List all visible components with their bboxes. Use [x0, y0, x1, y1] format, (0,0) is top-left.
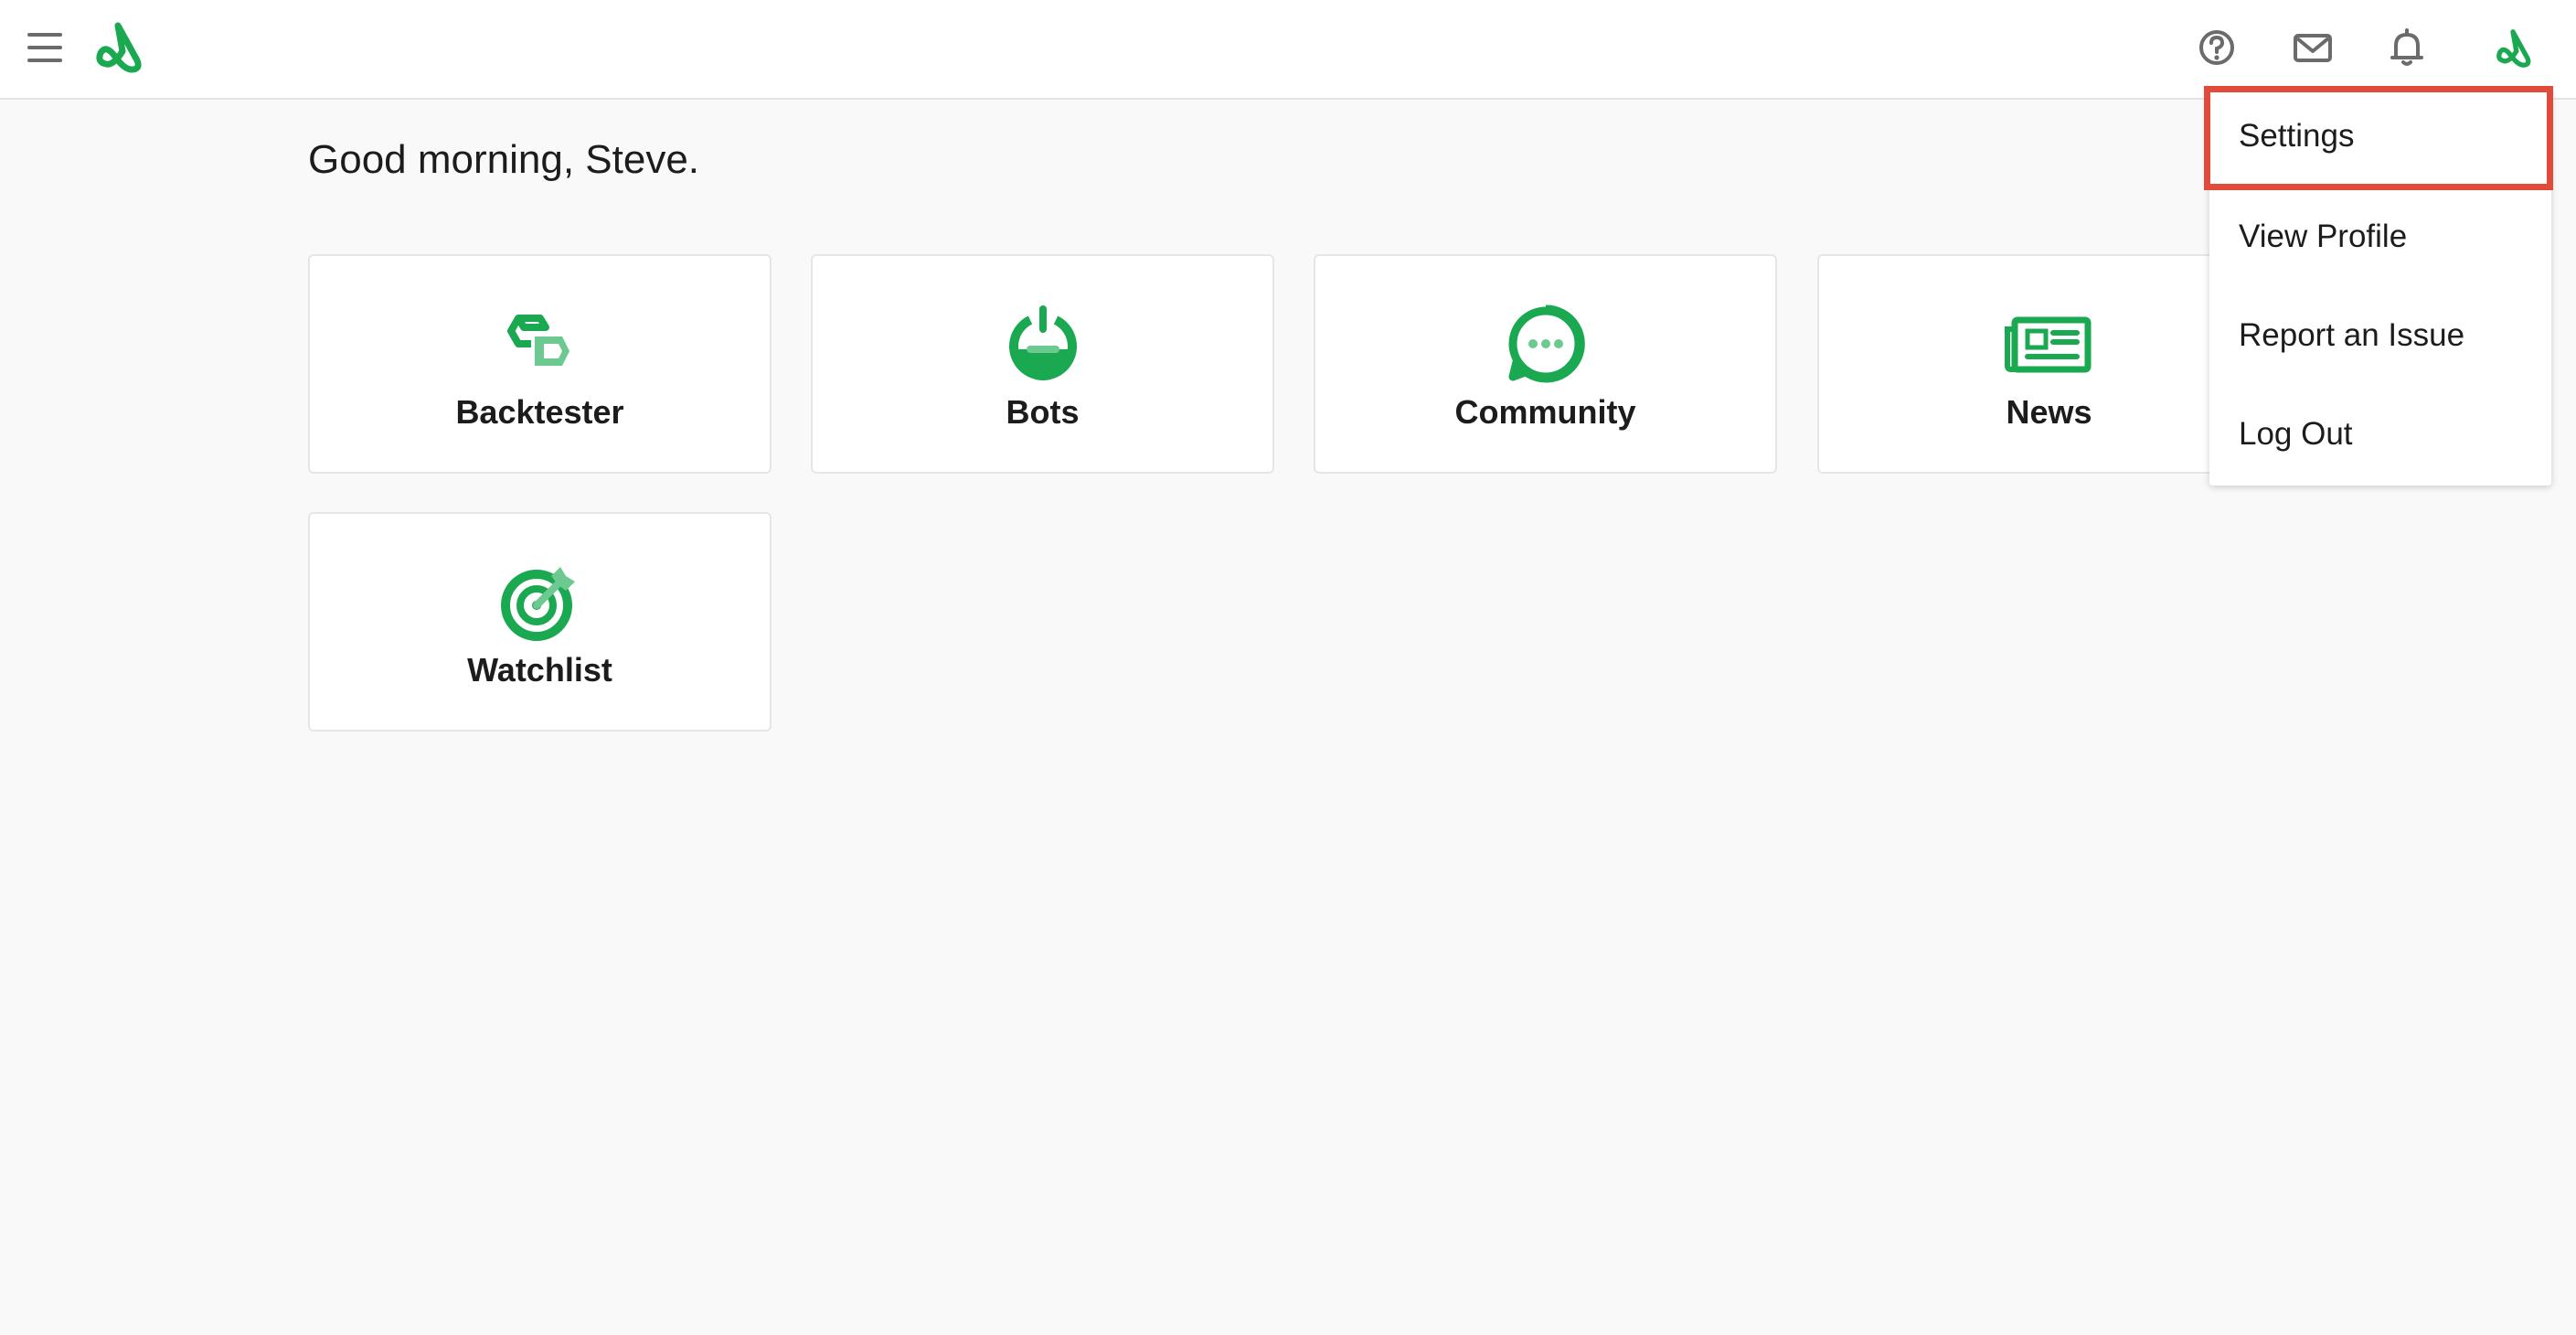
tile-bots[interactable]: Bots — [811, 254, 1274, 474]
account-dropdown-menu: Settings View Profile Report an Issue Lo… — [2209, 89, 2551, 486]
bell-icon[interactable] — [2383, 24, 2431, 71]
target-icon — [500, 567, 575, 641]
menu-item-report-issue[interactable]: Report an Issue — [2209, 286, 2551, 385]
tile-backtester[interactable]: Backtester — [308, 254, 772, 474]
envelope-icon[interactable] — [2289, 24, 2336, 71]
hamburger-menu-icon[interactable] — [24, 27, 68, 68]
tile-watchlist[interactable]: Watchlist — [308, 512, 772, 732]
question-circle-icon[interactable] — [2193, 24, 2241, 71]
tile-label: Bots — [1006, 393, 1080, 431]
menu-item-log-out[interactable]: Log Out — [2209, 385, 2551, 484]
tile-label: Community — [1454, 393, 1636, 431]
bots-power-icon — [1008, 305, 1077, 380]
tile-label: Backtester — [455, 393, 624, 431]
menu-item-settings[interactable]: Settings — [2209, 89, 2551, 187]
menu-item-view-profile[interactable]: View Profile — [2209, 187, 2551, 286]
account-avatar-icon[interactable] — [2490, 26, 2536, 71]
top-bar — [0, 0, 2576, 100]
brand-logo-icon[interactable] — [88, 20, 148, 75]
backtester-icon — [506, 315, 569, 366]
page-greeting: Good morning, Steve. — [308, 137, 700, 182]
tile-community[interactable]: Community — [1314, 254, 1777, 474]
newspaper-icon — [2004, 316, 2091, 373]
chat-bubble-icon — [1508, 304, 1585, 383]
tile-label: Watchlist — [467, 651, 612, 689]
